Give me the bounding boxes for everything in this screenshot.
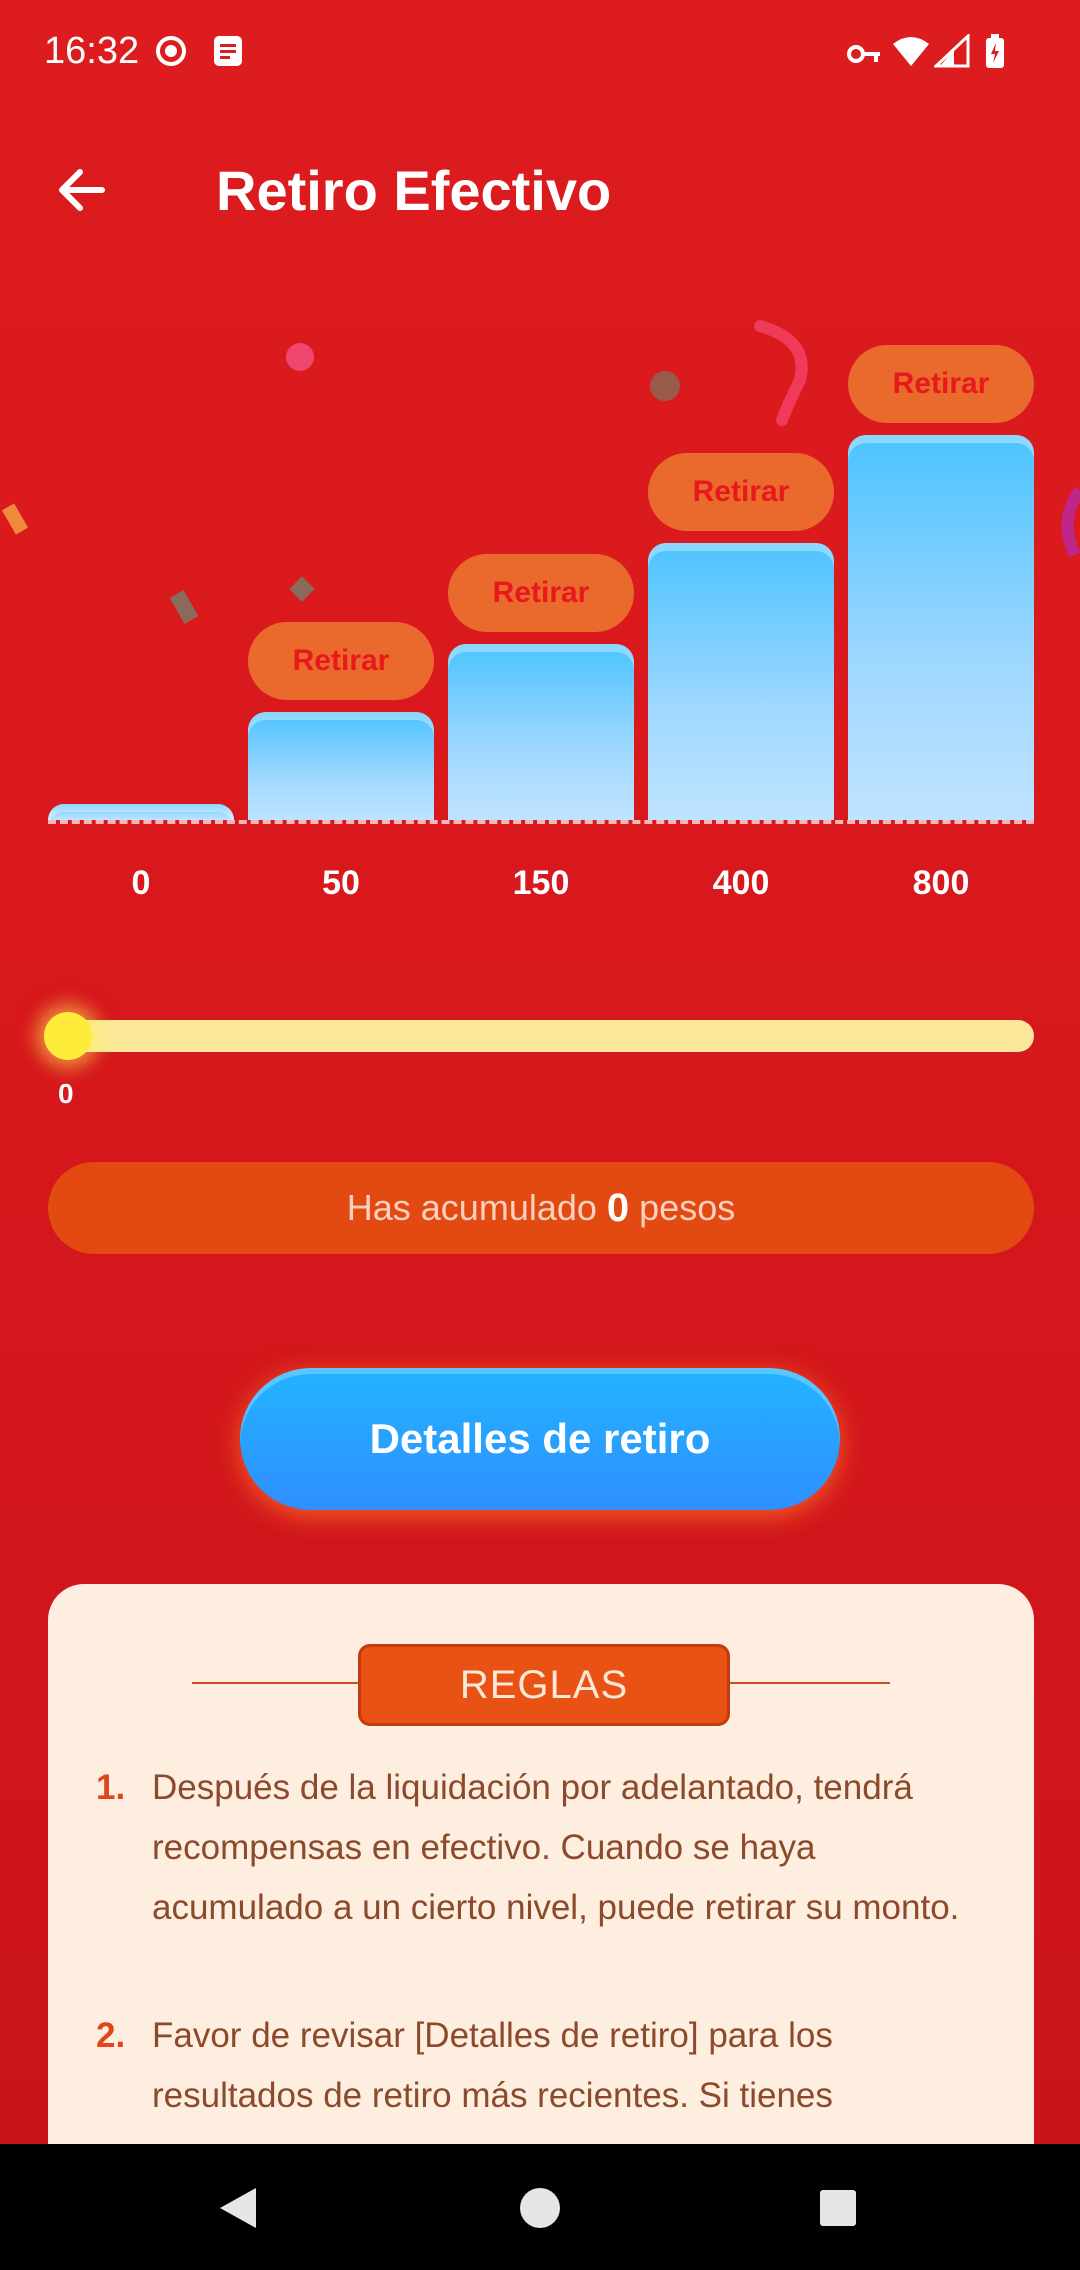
record-icon <box>156 36 186 66</box>
rules-divider-right <box>720 1682 890 1684</box>
back-arrow-icon[interactable] <box>52 160 112 220</box>
battery-charging-icon <box>986 34 1004 68</box>
retirar-button[interactable]: Retirar <box>248 621 434 700</box>
rules-card: REGLAS 1. Después de la liquidación por … <box>48 1584 1034 2144</box>
signal-icon <box>934 34 970 68</box>
withdraw-levels-chart: 0 Retirar 50 Retirar 150 Retirar 400 Retirar 800 <box>0 300 1080 920</box>
rule-text: Favor de revisar [Detalles de retiro] pa… <box>152 2016 833 2115</box>
vpn-key-icon <box>847 45 880 63</box>
chart-bar <box>648 543 834 820</box>
chart-baseline <box>48 820 1034 824</box>
chart-bar <box>48 804 234 820</box>
status-time: 16:32 <box>44 30 140 72</box>
wifi-icon <box>893 37 929 66</box>
progress-value-label: 0 <box>58 1078 74 1109</box>
accumulated-banner: Has acumulado 0 pesos <box>48 1162 1034 1254</box>
chart-tick-label: 400 <box>712 864 770 902</box>
rule-number: 1. <box>96 1768 126 1807</box>
progress-track <box>48 1020 1034 1052</box>
system-nav-bar <box>0 2144 1080 2270</box>
nav-back-icon[interactable] <box>216 2184 260 2232</box>
progress-knob[interactable] <box>44 1012 92 1060</box>
nav-recents-icon[interactable] <box>818 2188 858 2228</box>
page-title: Retiro Efectivo <box>216 159 612 222</box>
rule-number: 2. <box>96 2016 126 2055</box>
status-bar: 16:32 <box>0 0 1080 110</box>
chart-bar <box>448 644 634 820</box>
chart-tick-label: 0 <box>131 864 151 902</box>
retirar-button[interactable]: Retirar <box>448 554 634 633</box>
nav-home-icon[interactable] <box>518 2186 562 2230</box>
chart-tick-label: 150 <box>512 864 570 902</box>
withdraw-details-button[interactable]: Detalles de retiro <box>240 1368 840 1510</box>
rules-title: REGLAS <box>358 1644 730 1726</box>
notes-icon <box>214 36 242 66</box>
rule-text: Después de la liquidación por adelantado… <box>152 1768 960 1927</box>
chart-bar <box>848 435 1034 820</box>
chart-tick-label: 800 <box>912 864 970 902</box>
accumulated-prefix: Has acumulado <box>346 1187 597 1228</box>
rules-divider-left <box>192 1682 362 1684</box>
retirar-button[interactable]: Retirar <box>648 453 834 532</box>
retirar-button[interactable]: Retirar <box>848 345 1034 423</box>
chart-tick-label: 50 <box>322 864 360 902</box>
accumulated-suffix: pesos <box>639 1187 736 1228</box>
accumulated-amount: 0 <box>606 1185 630 1230</box>
chart-bar <box>248 711 434 820</box>
